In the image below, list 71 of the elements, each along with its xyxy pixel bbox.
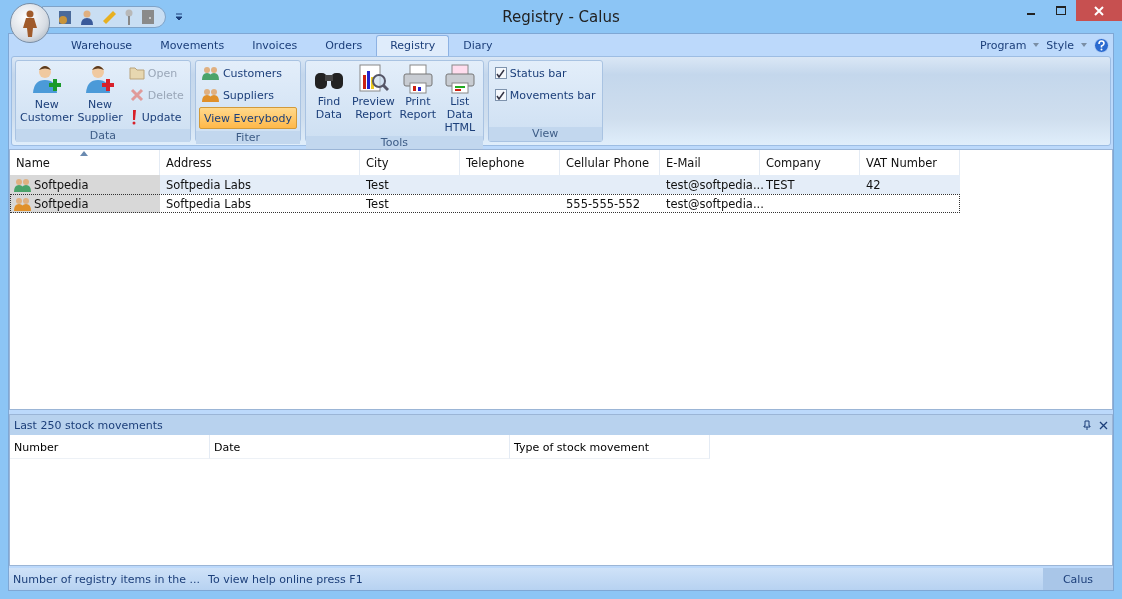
maximize-icon bbox=[1056, 5, 1066, 16]
column-header[interactable]: Type of stock movement bbox=[510, 435, 710, 459]
close-button[interactable] bbox=[1076, 0, 1122, 21]
ribbon-tab[interactable]: Movements bbox=[146, 35, 239, 56]
ribbon-button[interactable]: List Data HTML bbox=[439, 63, 480, 134]
checkbox-label: Movements bar bbox=[509, 88, 596, 102]
ribbon-button[interactable]: New Customer bbox=[19, 63, 75, 127]
ribbon-tab[interactable]: Diary bbox=[449, 35, 507, 56]
ribbon-tab[interactable]: Orders bbox=[311, 35, 377, 56]
status-text: To view help online press F1 bbox=[207, 572, 364, 586]
table-cell: test@softpedia... bbox=[666, 196, 764, 211]
ribbon-button[interactable]: New Supplier bbox=[76, 63, 124, 127]
customize-dropdown-icon[interactable] bbox=[174, 11, 184, 22]
menu-link[interactable]: Program bbox=[979, 38, 1027, 52]
group-label: Tools bbox=[305, 136, 483, 149]
column-header[interactable]: Date bbox=[210, 435, 510, 459]
close-icon bbox=[128, 88, 145, 102]
table-cell: Softpedia Labs bbox=[166, 177, 251, 192]
table-cell: Softpedia Labs bbox=[166, 196, 251, 211]
help-icon[interactable] bbox=[1094, 37, 1109, 53]
group-label: Data bbox=[16, 129, 190, 142]
table-row[interactable]: Softpedia Softpedia Labs Test test@softpedia... TEST 42 bbox=[10, 175, 960, 194]
table-cell: 42 bbox=[866, 177, 881, 192]
sort-ascending-icon bbox=[80, 151, 88, 156]
figure-icon bbox=[20, 8, 40, 37]
key-icon[interactable] bbox=[123, 8, 135, 25]
table-cell: TEST bbox=[766, 177, 795, 192]
people-icon bbox=[201, 66, 220, 80]
ribbon-button[interactable]: Suppliers bbox=[198, 85, 297, 105]
people-icon bbox=[14, 177, 32, 192]
ribbon-tab[interactable]: Warehouse bbox=[57, 35, 147, 56]
minimize-icon bbox=[1027, 13, 1035, 15]
status-text: Number of registry items in the ... bbox=[12, 572, 202, 586]
table-cell: 555-555-552 bbox=[566, 196, 641, 211]
filter-toggle-button[interactable]: View Everybody bbox=[198, 107, 297, 129]
door-icon[interactable] bbox=[141, 8, 155, 25]
printer-icon bbox=[401, 63, 434, 95]
people-icon bbox=[201, 88, 220, 102]
ribbon-button[interactable]: Find Data bbox=[308, 63, 349, 134]
panel-title: Last 250 stock movements bbox=[14, 418, 163, 432]
ribbon-button[interactable]: Update bbox=[125, 107, 187, 127]
table-cell: Softpedia bbox=[34, 196, 89, 211]
people-icon bbox=[14, 196, 32, 211]
ribbon-button[interactable]: Customers bbox=[198, 63, 297, 83]
ribbon-button[interactable]: Print Report bbox=[397, 63, 438, 134]
ribbon-tab[interactable]: Invoices bbox=[238, 35, 312, 56]
window-title: Registry - Calus bbox=[502, 8, 620, 26]
pin-icon[interactable] bbox=[1083, 420, 1091, 430]
checkbox[interactable] bbox=[494, 67, 507, 79]
table-cell: Test bbox=[366, 196, 389, 211]
database-icon[interactable] bbox=[57, 8, 73, 25]
checkbox-label: Status bar bbox=[509, 66, 567, 80]
table-cell: test@softpedia... bbox=[666, 177, 764, 192]
close-icon bbox=[1094, 5, 1104, 16]
table-cell: Softpedia bbox=[34, 177, 89, 192]
folder-icon bbox=[128, 66, 145, 80]
person-icon[interactable] bbox=[79, 8, 95, 25]
group-label: Fiter bbox=[195, 131, 300, 144]
report-magnifier-icon bbox=[357, 63, 390, 95]
group-label: View bbox=[488, 127, 602, 141]
table-cell: Test bbox=[366, 177, 389, 192]
column-header[interactable]: Number bbox=[10, 435, 210, 459]
menu-link[interactable]: Style bbox=[1046, 38, 1074, 52]
application-orb-button[interactable] bbox=[10, 2, 50, 43]
status-app-label: Calus bbox=[1043, 568, 1113, 590]
close-icon[interactable] bbox=[1099, 420, 1108, 430]
table-row[interactable]: Softpedia Softpedia Labs Test 555-555-552 test@softpedia... bbox=[10, 194, 960, 213]
checkbox[interactable] bbox=[494, 89, 507, 101]
ribbon-tab[interactable]: Registry bbox=[376, 35, 450, 56]
printer-icon bbox=[443, 63, 476, 95]
ribbon-button[interactable]: Preview Report bbox=[350, 63, 396, 134]
